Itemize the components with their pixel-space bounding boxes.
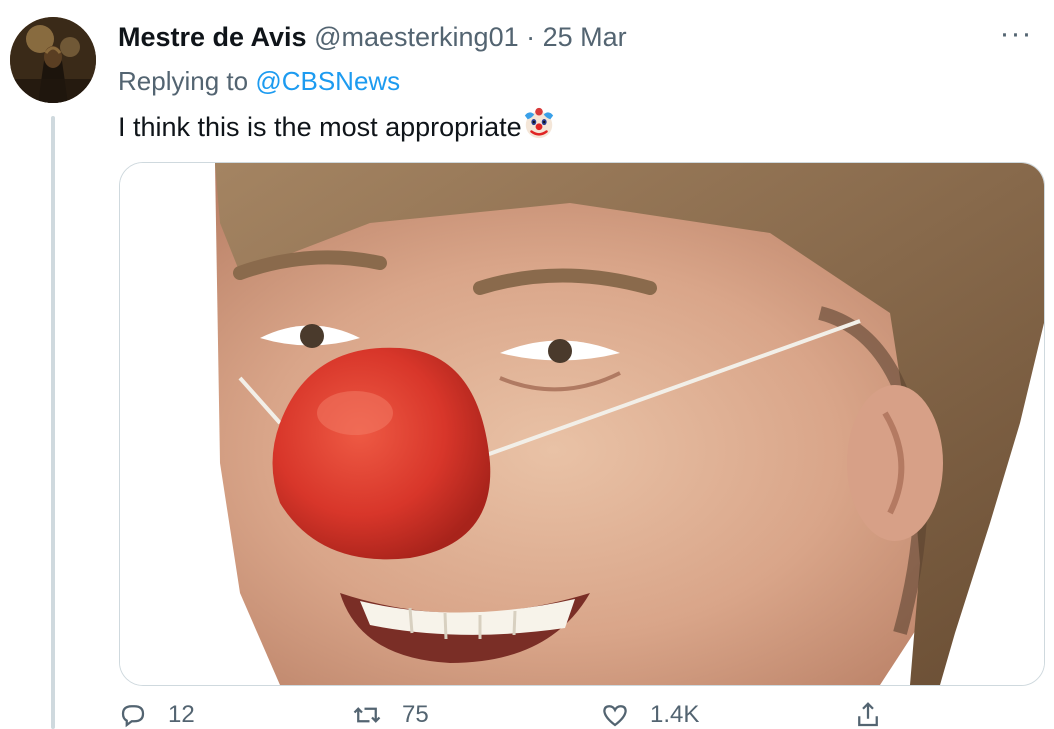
more-options-icon[interactable]: ··· [996,14,1036,54]
share-icon [858,702,878,727]
tweet-media-image[interactable] [119,162,1045,686]
like-button[interactable]: 1.4K [600,700,699,729]
separator-dot: · [526,22,536,52]
tweet[interactable]: Mestre de Avis @maesterking01 · 25 Mar ·… [0,0,1054,729]
more-options-label: ··· [999,17,1033,50]
reply-count: 12 [168,701,195,728]
share-button[interactable] [853,700,903,729]
replying-to-prefix: Replying to [118,66,249,96]
thread-line [51,116,55,729]
avatar-image [10,17,96,103]
replying-to-line: Replying to @CBSNews [118,62,400,100]
user-handle[interactable]: @maesterking01 [314,22,519,52]
clown-nose-photo [120,163,1044,685]
tweet-date[interactable]: 25 Mar [543,22,627,52]
reply-button[interactable]: 12 [118,700,195,729]
tweet-text: I think this is the most appropriate [118,106,556,146]
reply-icon [121,705,145,728]
tweet-header: Mestre de Avis @maesterking01 · 25 Mar [118,18,627,56]
like-count: 1.4K [650,701,700,728]
retweet-icon [353,707,381,723]
tweet-actions: 12 75 1.4K [118,700,918,729]
retweet-count: 75 [402,701,429,728]
heart-icon [603,705,627,727]
tweet-text-content: I think this is the most appropriate [118,112,522,142]
replying-to-handle-link[interactable]: @CBSNews [255,66,400,96]
display-name[interactable]: Mestre de Avis [118,22,307,52]
avatar[interactable] [10,17,96,103]
retweet-button[interactable]: 75 [352,700,429,729]
clown-face-icon [524,107,553,139]
